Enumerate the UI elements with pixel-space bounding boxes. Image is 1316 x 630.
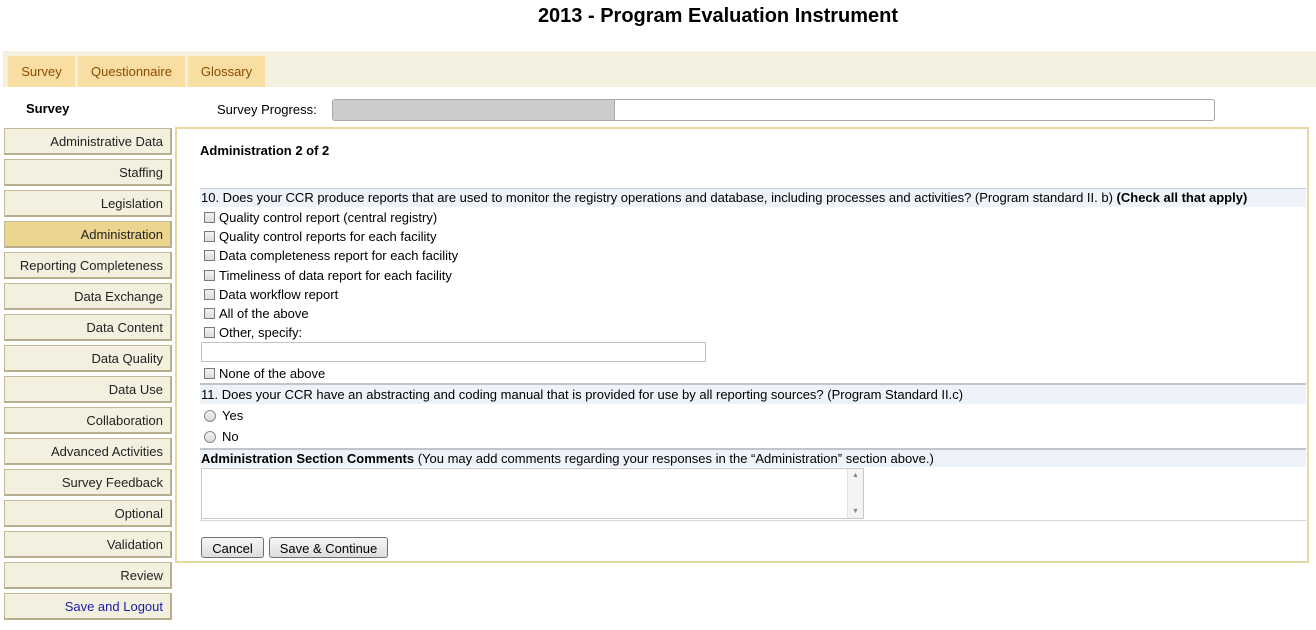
question-10-emphasis: (Check all that apply): [1116, 190, 1248, 205]
sidebar-item-advanced-activities[interactable]: Advanced Activities: [4, 438, 172, 465]
survey-progress-bar: [332, 99, 1215, 121]
checkbox[interactable]: [204, 368, 215, 379]
option-label: All of the above: [219, 306, 309, 321]
q10-option-5[interactable]: Data workflow report: [204, 286, 338, 303]
q10-option-3[interactable]: Data completeness report for each facili…: [204, 247, 458, 264]
option-label: Other, specify:: [219, 325, 303, 340]
scroll-up-icon[interactable]: ▲: [848, 472, 863, 479]
radio-button[interactable]: [204, 430, 216, 443]
checkbox[interactable]: [204, 250, 215, 261]
sidebar-item-review[interactable]: Review: [4, 562, 172, 589]
q11-option-no[interactable]: No: [204, 428, 239, 445]
option-label: Timeliness of data report for each facil…: [219, 268, 452, 283]
option-label: Quality control report (central registry…: [219, 210, 438, 225]
save-continue-button[interactable]: Save & Continue: [269, 537, 388, 558]
checkbox[interactable]: [204, 231, 215, 242]
survey-progress-fill: [333, 100, 615, 120]
question-10-text: 10. Does your CCR produce reports that a…: [201, 190, 1117, 205]
divider: [200, 520, 1306, 521]
q10-option-none[interactable]: None of the above: [204, 365, 325, 382]
comments-hint: (You may add comments regarding your res…: [414, 451, 934, 466]
sidebar-title: Survey: [26, 101, 70, 116]
sidebar-item-staffing[interactable]: Staffing: [4, 159, 172, 186]
q11-option-yes[interactable]: Yes: [204, 407, 243, 424]
checkbox[interactable]: [204, 327, 215, 338]
q10-option-4[interactable]: Timeliness of data report for each facil…: [204, 267, 452, 284]
checkbox[interactable]: [204, 289, 215, 300]
q10-option-1[interactable]: Quality control report (central registry…: [204, 209, 437, 226]
sidebar-item-collaboration[interactable]: Collaboration: [4, 407, 172, 434]
question-11-text: 11. Does your CCR have an abstracting an…: [201, 387, 964, 402]
sidebar-item-data-content[interactable]: Data Content: [4, 314, 172, 341]
tab-glossary[interactable]: Glossary: [188, 56, 265, 87]
radio-button[interactable]: [204, 409, 216, 422]
q10-option-7[interactable]: Other, specify:: [204, 324, 302, 341]
question-10: 10. Does your CCR produce reports that a…: [200, 188, 1306, 207]
q10-option-6[interactable]: All of the above: [204, 305, 309, 322]
sidebar-item-optional[interactable]: Optional: [4, 500, 172, 527]
sidebar-item-data-use[interactable]: Data Use: [4, 376, 172, 403]
sidebar-item-validation[interactable]: Validation: [4, 531, 172, 558]
checkbox[interactable]: [204, 270, 215, 281]
sidebar-item-save-and-logout[interactable]: Save and Logout: [4, 593, 172, 620]
q10-option-2[interactable]: Quality control reports for each facilit…: [204, 228, 436, 245]
checkbox[interactable]: [204, 308, 215, 319]
sidebar-nav: Administrative Data Staffing Legislation…: [4, 128, 172, 624]
option-label: Data workflow report: [219, 287, 339, 302]
cancel-button[interactable]: Cancel: [201, 537, 264, 558]
comments-label: Administration Section Comments: [201, 451, 415, 466]
checkbox[interactable]: [204, 212, 215, 223]
other-specify-input[interactable]: [201, 342, 706, 362]
sidebar-item-legislation[interactable]: Legislation: [4, 190, 172, 217]
scroll-down-icon[interactable]: ▼: [848, 508, 863, 515]
tab-survey[interactable]: Survey: [8, 56, 75, 87]
option-label: None of the above: [219, 366, 326, 381]
sidebar-item-data-quality[interactable]: Data Quality: [4, 345, 172, 372]
sidebar-item-reporting-completeness[interactable]: Reporting Completeness: [4, 252, 172, 279]
sidebar-item-survey-feedback[interactable]: Survey Feedback: [4, 469, 172, 496]
progress-label: Survey Progress:: [217, 102, 317, 117]
textarea-scrollbar[interactable]: ▲ ▼: [847, 469, 863, 518]
question-11: 11. Does your CCR have an abstracting an…: [200, 383, 1306, 404]
sidebar-item-data-exchange[interactable]: Data Exchange: [4, 283, 172, 310]
top-tab-bar: Survey Questionnaire Glossary: [3, 51, 1316, 87]
option-label: Quality control reports for each facilit…: [219, 229, 437, 244]
tab-questionnaire[interactable]: Questionnaire: [78, 56, 185, 87]
comments-header: Administration Section Comments (You may…: [200, 448, 1306, 467]
page-title: 2013 - Program Evaluation Instrument: [537, 5, 899, 27]
option-label: Yes: [222, 408, 244, 423]
sidebar-item-administration[interactable]: Administration: [4, 221, 172, 248]
comments-textarea[interactable]: ▲ ▼: [201, 468, 864, 519]
sidebar-item-administrative-data[interactable]: Administrative Data: [4, 128, 172, 155]
option-label: No: [222, 429, 239, 444]
section-title: Administration 2 of 2: [200, 143, 330, 158]
option-label: Data completeness report for each facili…: [219, 248, 459, 263]
